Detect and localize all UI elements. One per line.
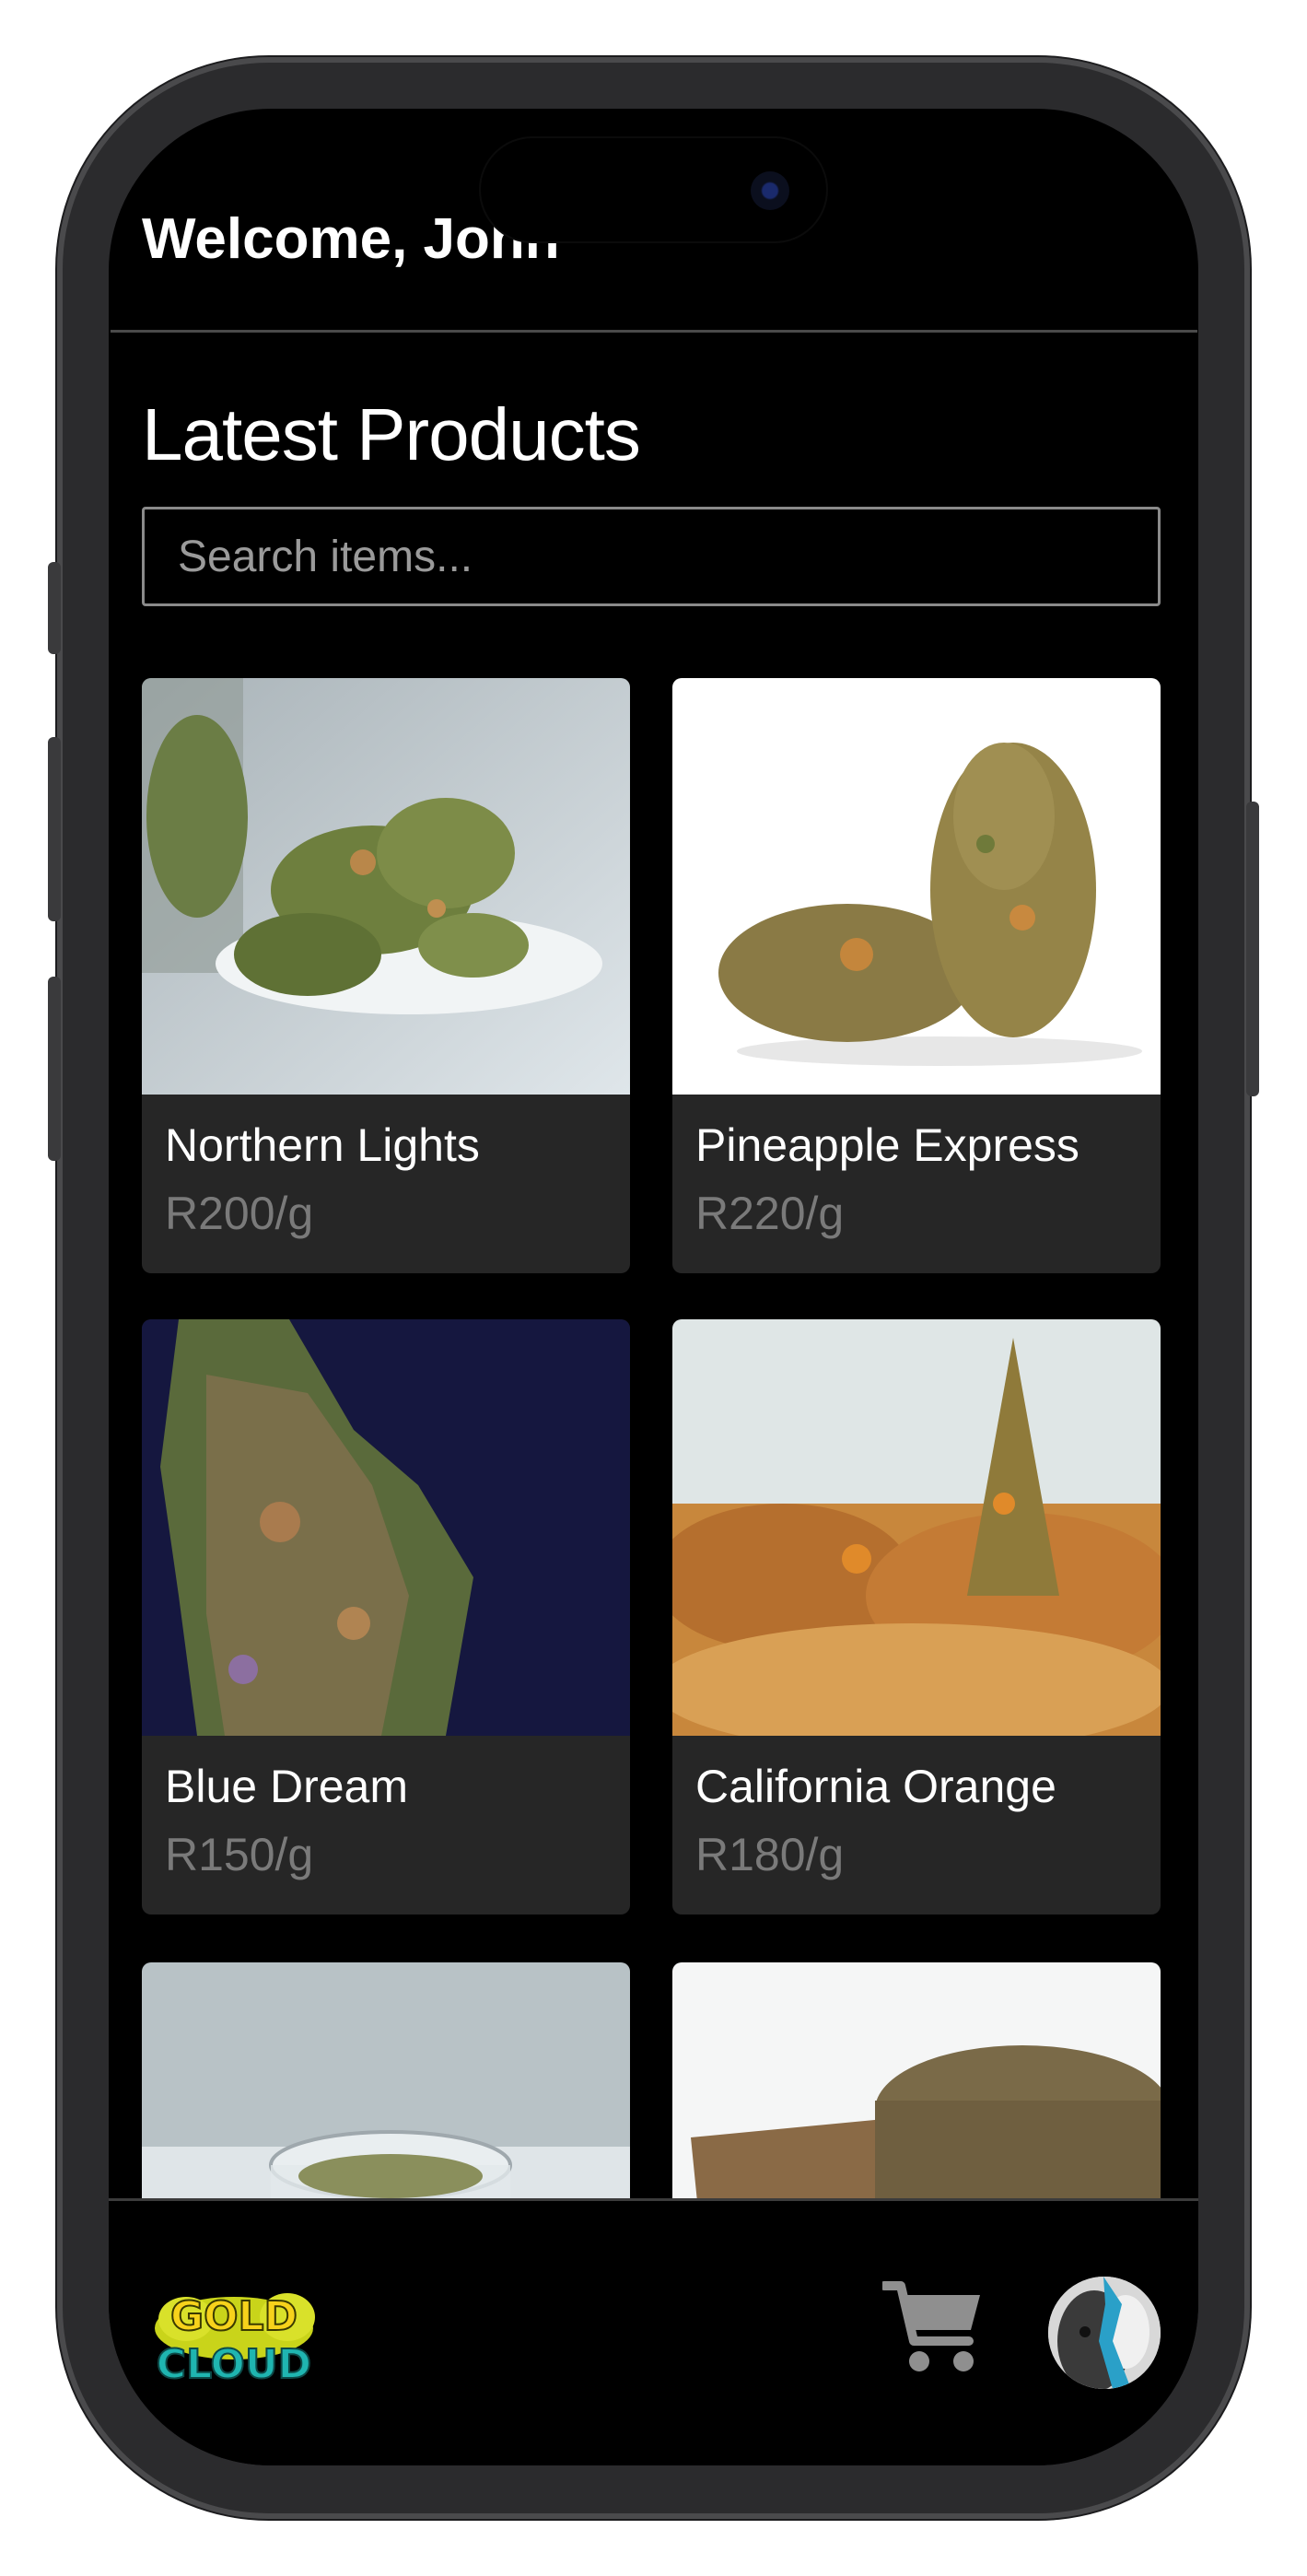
product-price: R150/g bbox=[165, 1829, 314, 1880]
product-image bbox=[672, 1319, 1161, 1736]
shopping-cart-icon[interactable] bbox=[882, 2280, 984, 2374]
action-button bbox=[48, 562, 61, 654]
product-name: Blue Dream bbox=[165, 1761, 408, 1812]
product-name: California Orange bbox=[695, 1761, 1056, 1812]
product-image bbox=[142, 1319, 630, 1736]
product-image bbox=[142, 678, 630, 1095]
bottom-nav-bar: GOLD CLOUD bbox=[109, 2198, 1198, 2465]
product-card[interactable]: Pineapple Express R220/g bbox=[672, 678, 1161, 1273]
search-input[interactable] bbox=[142, 507, 1161, 606]
product-card[interactable]: California Orange R180/g bbox=[672, 1319, 1161, 1914]
app-screen: Welcome, John Latest Products Search ite… bbox=[109, 109, 1198, 2465]
product-card[interactable]: Northern Lights R200/g bbox=[142, 678, 630, 1273]
volume-up-button bbox=[48, 737, 61, 921]
product-image bbox=[672, 678, 1161, 1095]
product-price: R200/g bbox=[165, 1188, 314, 1239]
front-camera-icon bbox=[751, 171, 789, 210]
user-avatar[interactable] bbox=[1048, 2277, 1161, 2389]
volume-down-button bbox=[48, 977, 61, 1161]
product-card[interactable]: Blue Dream R150/g bbox=[142, 1319, 630, 1914]
dynamic-island bbox=[481, 138, 826, 241]
product-price: R180/g bbox=[695, 1829, 845, 1880]
avatar-image bbox=[1048, 2277, 1161, 2389]
product-grid: Northern Lights R200/g Pineapple Express… bbox=[142, 678, 1161, 2318]
product-price: R220/g bbox=[695, 1188, 845, 1239]
section-title: Latest Products bbox=[142, 393, 641, 475]
svg-text:CLOUD: CLOUD bbox=[157, 2341, 311, 2388]
power-button bbox=[1246, 802, 1259, 1096]
svg-text:GOLD: GOLD bbox=[170, 2293, 298, 2340]
product-name: Northern Lights bbox=[165, 1119, 480, 1171]
product-name: Pineapple Express bbox=[695, 1119, 1079, 1171]
gold-cloud-logo[interactable]: GOLD CLOUD bbox=[149, 2282, 319, 2391]
header-divider bbox=[111, 330, 1197, 333]
